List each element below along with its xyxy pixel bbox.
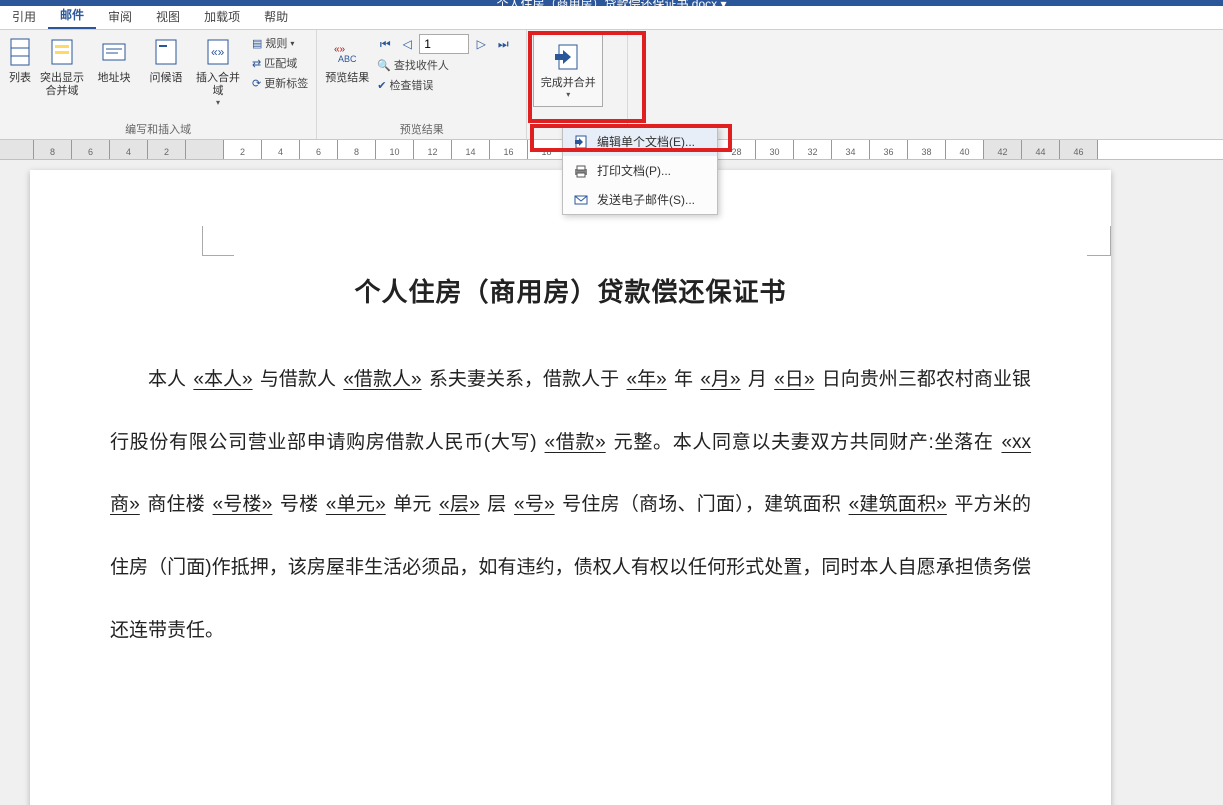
chevron-down-icon: ▾	[290, 39, 294, 48]
tab-help[interactable]: 帮助	[252, 4, 300, 29]
table-icon	[4, 36, 36, 68]
btn-preview-label: 预览结果	[325, 72, 369, 85]
btn-insert-merge-field[interactable]: «» 插入合并域 ▾	[194, 34, 242, 110]
window-title: 个人住房（商用房）贷款偿还保证书.docx ▾	[496, 0, 726, 6]
update-icon: ⟳	[252, 77, 261, 90]
tab-review[interactable]: 审阅	[96, 4, 144, 29]
document-page[interactable]: 个人住房（商用房）贷款偿还保证书 本人 «本人» 与借款人 «借款人» 系夫妻关…	[30, 170, 1111, 805]
last-record-button[interactable]: ⏭	[493, 34, 513, 54]
merge-field-year[interactable]: «年»	[624, 369, 668, 390]
check-icon: ✔	[377, 79, 386, 92]
btn-greeting-line[interactable]: 问候语	[142, 34, 190, 87]
merge-field-floor[interactable]: «层»	[437, 494, 482, 515]
highlight-merge-icon	[46, 36, 78, 68]
crop-mark-tl	[202, 226, 234, 256]
tab-view[interactable]: 视图	[144, 4, 192, 29]
email-icon	[573, 192, 589, 208]
btn-recipient-table[interactable]: 列表	[6, 34, 34, 87]
ribbon-group-write-insert: 列表 突出显示合并域 地址块 问候语	[0, 30, 317, 139]
merge-field-self[interactable]: «本人»	[191, 369, 254, 390]
btn-rules[interactable]: ▤ 规则 ▾	[250, 34, 310, 52]
btn-rules-label: 规则	[265, 35, 287, 51]
merge-field-borrower[interactable]: «借款人»	[341, 369, 423, 390]
btn-address-label: 地址块	[98, 72, 131, 85]
btn-greeting-label: 问候语	[150, 72, 183, 85]
ribbon-group-preview: «»ABC 预览结果 ⏮ ◁ ▷ ⏭ 🔍 查找收件人 ✔ 检查错	[317, 30, 527, 139]
btn-find-recipient[interactable]: 🔍 查找收件人	[375, 56, 513, 74]
tab-addins[interactable]: 加载项	[192, 4, 252, 29]
menu-send-email[interactable]: 发送电子邮件(S)...	[563, 185, 717, 214]
document-title: 个人住房（商用房）贷款偿还保证书	[110, 272, 1031, 309]
menu-edit-individual-docs[interactable]: 编辑单个文档(E)...	[563, 127, 717, 156]
merge-field-area[interactable]: «建筑面积»	[847, 494, 949, 515]
greeting-icon	[150, 36, 182, 68]
btn-finish-label: 完成并合并	[541, 77, 596, 90]
btn-find-recipient-label: 查找收件人	[394, 57, 449, 73]
document-canvas[interactable]: 个人住房（商用房）贷款偿还保证书 本人 «本人» 与借款人 «借款人» 系夫妻关…	[0, 160, 1223, 805]
btn-insert-field-label: 插入合并域	[196, 72, 240, 98]
group-write-insert-label: 编写和插入域	[6, 119, 310, 137]
next-record-button[interactable]: ▷	[471, 34, 491, 54]
btn-check-errors[interactable]: ✔ 检查错误	[375, 76, 513, 94]
merge-field-building[interactable]: «号楼»	[211, 494, 275, 515]
merge-field-loan[interactable]: «借款»	[543, 432, 608, 453]
btn-highlight-merge[interactable]: 突出显示合并域	[38, 34, 86, 100]
tab-reference[interactable]: 引用	[0, 4, 48, 29]
menu-edit-docs-label: 编辑单个文档(E)...	[597, 133, 695, 150]
ribbon: 列表 突出显示合并域 地址块 问候语	[0, 30, 1223, 140]
prev-record-button[interactable]: ◁	[397, 34, 417, 54]
rules-icon: ▤	[252, 37, 262, 50]
record-number-input[interactable]	[419, 34, 469, 54]
crop-mark-tr	[1087, 226, 1111, 256]
merge-field-number[interactable]: «号»	[512, 494, 557, 515]
document-body[interactable]: 本人 «本人» 与借款人 «借款人» 系夫妻关系，借款人于 «年» 年 «月» …	[110, 349, 1031, 662]
address-block-icon	[98, 36, 130, 68]
chevron-down-icon: ▾	[566, 90, 570, 100]
preview-icon: «»ABC	[331, 36, 363, 68]
btn-finish-merge[interactable]: 完成并合并 ▾	[533, 34, 603, 107]
finish-merge-icon	[552, 41, 584, 73]
finish-merge-dropdown: 编辑单个文档(E)... 打印文档(P)... 发送电子邮件(S)...	[562, 126, 718, 215]
btn-check-errors-label: 检查错误	[389, 77, 433, 93]
btn-highlight-label: 突出显示合并域	[40, 72, 84, 98]
tab-mail[interactable]: 邮件	[48, 2, 96, 29]
menu-print-docs[interactable]: 打印文档(P)...	[563, 156, 717, 185]
printer-icon	[573, 163, 589, 179]
group-preview-label: 预览结果	[323, 119, 520, 137]
merge-field-unit[interactable]: «单元»	[324, 494, 388, 515]
first-record-button[interactable]: ⏮	[375, 34, 395, 54]
ribbon-tabs: 引用 邮件 审阅 视图 加载项 帮助	[0, 6, 1223, 30]
menu-send-email-label: 发送电子邮件(S)...	[597, 191, 695, 208]
search-icon: 🔍	[377, 59, 391, 72]
merge-field-day[interactable]: «日»	[772, 369, 816, 390]
merge-field-month[interactable]: «月»	[698, 369, 742, 390]
btn-update-labels[interactable]: ⟳ 更新标签	[250, 74, 310, 92]
svg-text:«»: «»	[211, 45, 225, 59]
match-icon: ⇄	[252, 57, 261, 70]
btn-update-label: 更新标签	[264, 75, 308, 91]
btn-address-block[interactable]: 地址块	[90, 34, 138, 87]
ribbon-group-finish: 完成并合并 ▾	[527, 30, 628, 139]
insert-field-icon: «»	[202, 36, 234, 68]
menu-print-docs-label: 打印文档(P)...	[597, 162, 671, 179]
btn-preview-results[interactable]: «»ABC 预览结果	[323, 34, 371, 87]
btn-table-label: 列表	[9, 72, 31, 85]
btn-match-fields[interactable]: ⇄ 匹配域	[250, 54, 310, 72]
edit-doc-icon	[573, 134, 589, 150]
btn-match-label: 匹配域	[264, 55, 297, 71]
chevron-down-icon: ▾	[216, 98, 220, 108]
svg-text:ABC: ABC	[338, 54, 357, 64]
